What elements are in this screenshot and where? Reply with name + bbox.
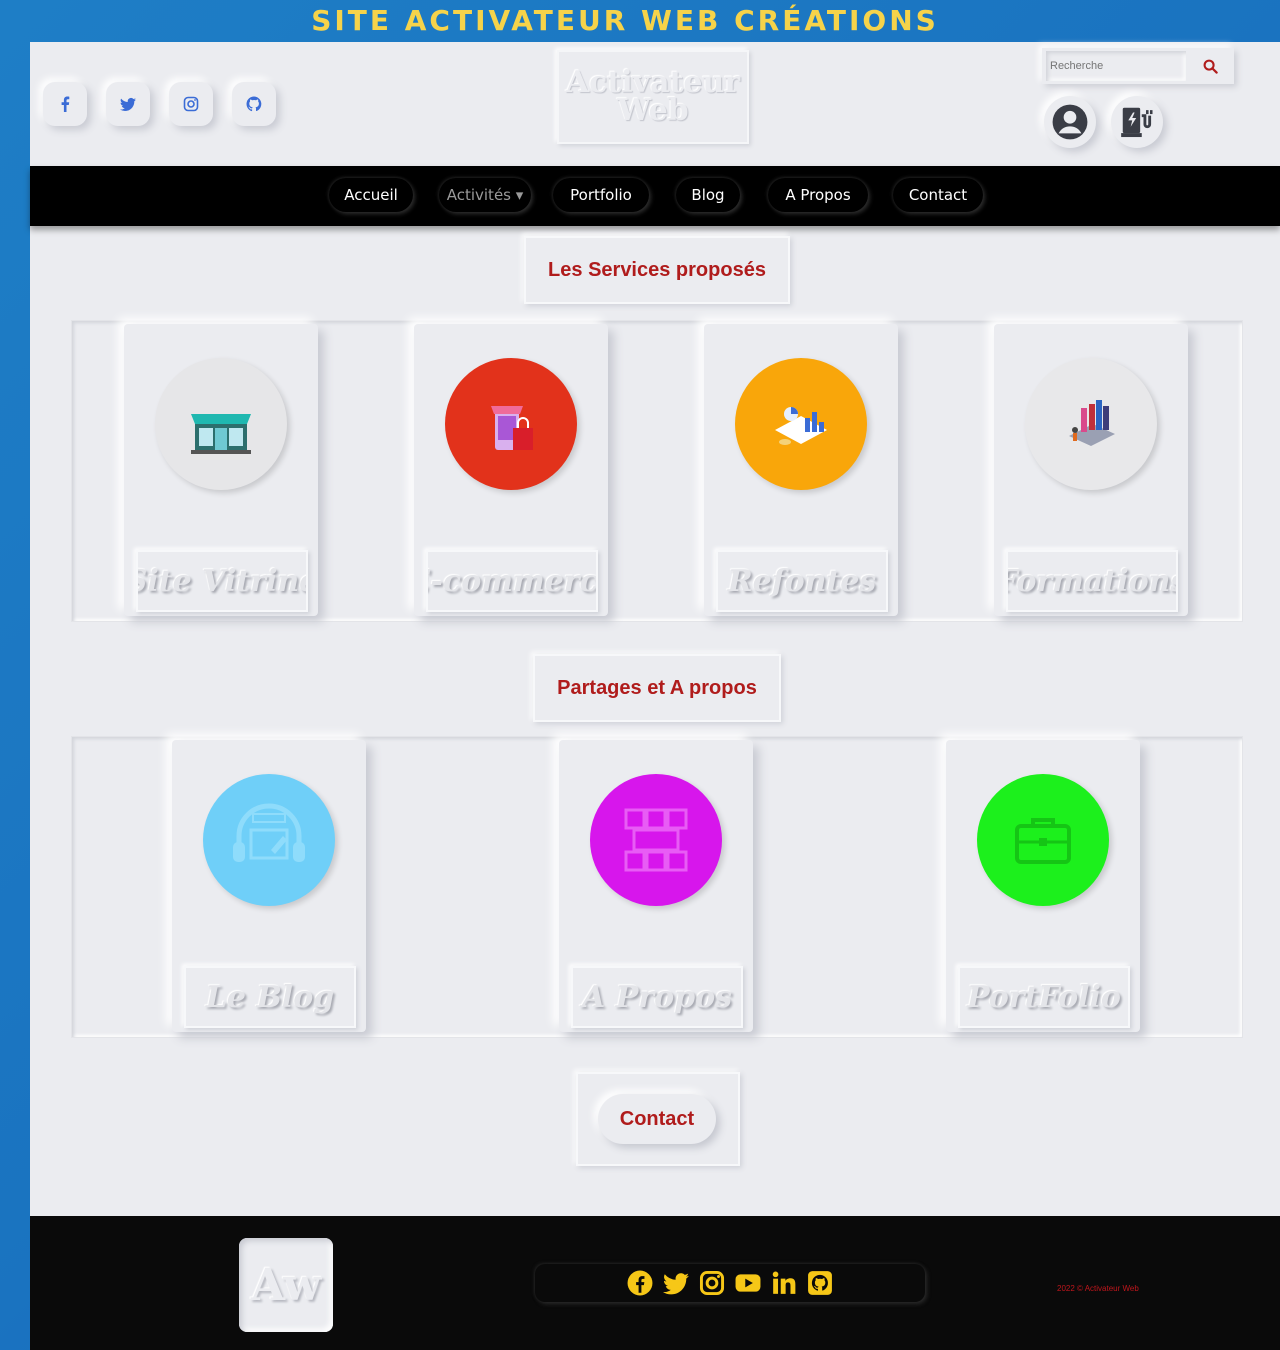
card-label: Formations (1006, 550, 1178, 612)
card-label: PortFolio (958, 966, 1130, 1028)
user-account-button[interactable] (1044, 96, 1096, 148)
footer-social-bar (535, 1264, 925, 1302)
about-puzzle-icon (590, 774, 722, 906)
linkedin-icon[interactable] (771, 1270, 797, 1296)
search-input[interactable] (1046, 51, 1186, 81)
card-label: A Propos (571, 966, 743, 1028)
service-card-site-vitrine[interactable]: Site Vitrine (124, 324, 318, 616)
services-title: Les Services proposés (524, 236, 790, 304)
github-button[interactable] (232, 82, 276, 126)
twitter-icon (120, 97, 136, 111)
partages-title: Partages et A propos (533, 654, 781, 722)
card-a-propos[interactable]: A Propos (559, 740, 753, 1032)
service-card-formations[interactable]: Formations (994, 324, 1188, 616)
shopping-bag-icon (445, 358, 577, 490)
storefront-icon (155, 358, 287, 490)
instagram-icon[interactable] (699, 1270, 725, 1296)
card-label: Le Blog (184, 966, 356, 1028)
footer-logo[interactable]: Aw (239, 1238, 333, 1332)
main-nav: Accueil Activités ▾ Portfolio Blog A Pro… (30, 166, 1280, 226)
card-label: Refontes (716, 550, 888, 612)
github-icon[interactable] (807, 1270, 833, 1296)
twitter-button[interactable] (106, 82, 150, 126)
contact-button[interactable]: Contact (598, 1094, 716, 1144)
github-icon (246, 96, 262, 112)
blog-headset-icon (203, 774, 335, 906)
nav-item-contact[interactable]: Contact (893, 178, 983, 212)
facebook-icon (61, 96, 70, 112)
site-logo[interactable]: Activateur Web (557, 50, 749, 144)
search-icon (1203, 59, 1218, 74)
instagram-icon (183, 96, 199, 112)
card-label: Site Vitrine (136, 550, 308, 612)
card-le-blog[interactable]: Le Blog (172, 740, 366, 1032)
banner-title: SITE ACTIVATEUR WEB CRÉATIONS (311, 4, 939, 37)
twitter-icon[interactable] (663, 1270, 689, 1296)
search-button[interactable] (1190, 52, 1230, 80)
nav-item-a-propos[interactable]: A Propos (768, 178, 868, 212)
copyright-text: 2022 © Activateur Web (1057, 1284, 1139, 1293)
page: Activateur Web Accueil Activités ▾ Portf… (30, 42, 1280, 1350)
nav-item-activites[interactable]: Activités ▾ (439, 178, 531, 212)
service-card-e-commerce[interactable]: E-commerce (414, 324, 608, 616)
user-circle-icon (1052, 104, 1088, 140)
nav-item-portfolio[interactable]: Portfolio (553, 178, 649, 212)
card-label: E-commerce (426, 550, 598, 612)
facebook-icon[interactable] (627, 1270, 653, 1296)
charging-station-icon (1121, 107, 1153, 138)
facebook-button[interactable] (43, 82, 87, 126)
nav-item-blog[interactable]: Blog (676, 178, 740, 212)
card-portfolio[interactable]: PortFolio (946, 740, 1140, 1032)
footer: Aw 2022 © Activateur Web (30, 1216, 1280, 1350)
nav-item-accueil[interactable]: Accueil (329, 178, 413, 212)
instagram-button[interactable] (169, 82, 213, 126)
charging-station-button[interactable] (1111, 96, 1163, 148)
service-card-refontes[interactable]: Refontes (704, 324, 898, 616)
contact-frame: Contact (576, 1072, 740, 1166)
laptop-books-icon (1025, 358, 1157, 490)
briefcase-icon (977, 774, 1109, 906)
logo-line-2: Web (617, 93, 689, 128)
analytics-icon (735, 358, 867, 490)
youtube-icon[interactable] (735, 1270, 761, 1296)
search-form (1042, 48, 1234, 84)
